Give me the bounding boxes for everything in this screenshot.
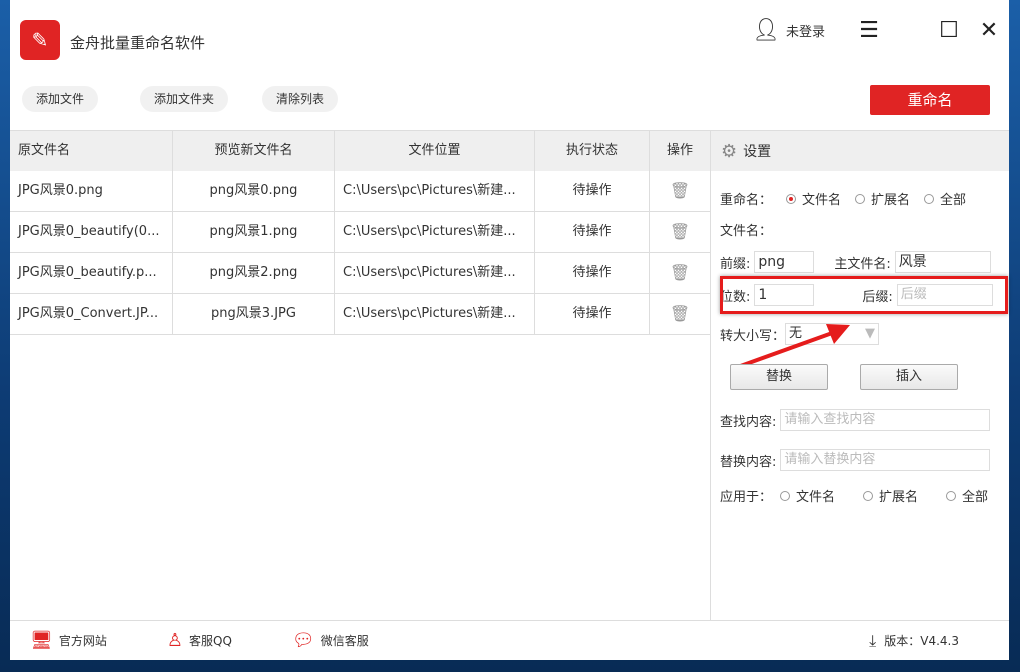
user-icon: 👤︎ <box>752 18 780 43</box>
app-window: ✎ 金舟批量重命名软件 👤︎ 未登录 ☰ ☐ ✕ 添加文件 添加文件夹 清除列表 … <box>10 0 1009 660</box>
radio-rename-ext[interactable] <box>855 193 866 204</box>
file-location: C:\Users\pc\Pictures\新建... <box>335 253 535 293</box>
download-icon[interactable]: ⤓ <box>869 631 876 651</box>
status: 待操作 <box>535 212 650 252</box>
maximize-button[interactable]: ☐ <box>936 18 962 44</box>
table-row[interactable]: JPG风景0.png png风景0.png C:\Users\pc\Pictures… <box>10 171 710 212</box>
title-bar: ✎ 金舟批量重命名软件 👤︎ 未登录 ☰ ☐ ✕ <box>10 0 1009 80</box>
delete-icon[interactable]: 🗑︎ <box>650 171 710 211</box>
find-input[interactable]: 请输入查找内容 <box>780 409 991 431</box>
table-row[interactable]: JPG风景0_beautify(0... png风景1.png C:\Users\p… <box>10 212 710 253</box>
chevron-down-icon: ▼ <box>865 326 876 341</box>
gear-icon: ⚙ <box>721 140 738 162</box>
status: 待操作 <box>535 294 650 334</box>
insert-button[interactable]: 插入 <box>860 364 958 390</box>
apply-label: 应用于： <box>720 490 773 505</box>
monitor-icon: 🖥︎ <box>30 630 53 651</box>
rename-button[interactable]: 重命名 <box>870 85 990 115</box>
delete-icon[interactable]: 🗑︎ <box>650 212 710 252</box>
radio-label: 扩展名 <box>871 193 911 208</box>
col-action: 操作 <box>666 143 693 158</box>
file-location: C:\Users\pc\Pictures\新建... <box>335 294 535 334</box>
replace-input[interactable]: 请输入替换内容 <box>780 449 991 471</box>
qq-label: 客服QQ <box>189 634 232 648</box>
login-label: 未登录 <box>785 25 825 40</box>
clear-list-button[interactable]: 清除列表 <box>262 86 339 112</box>
qq-icon: ♙ <box>166 630 184 651</box>
file-table: 原文件名 预览新文件名 文件位置 执行状态 操作 JPG风景0.png png风景… <box>10 130 710 620</box>
version-label: 版本：V4.4.3 <box>884 634 959 648</box>
radio-label: 文件名 <box>796 490 836 505</box>
delete-icon[interactable]: 🗑︎ <box>650 253 710 293</box>
status: 待操作 <box>535 253 650 293</box>
login-button[interactable]: 👤︎ 未登录 <box>752 18 825 43</box>
radio-label: 扩展名 <box>879 490 919 505</box>
replace-content-label: 替换内容: <box>720 454 777 470</box>
add-file-button[interactable]: 添加文件 <box>22 86 99 112</box>
radio-label: 全部 <box>940 193 967 208</box>
col-original: 原文件名 <box>10 131 173 171</box>
wechat-link[interactable]: 💬︎ 微信客服 <box>292 630 369 651</box>
radio-apply-filename[interactable] <box>780 490 791 501</box>
col-status: 执行状态 <box>535 131 650 171</box>
prefix-input[interactable]: png <box>754 251 815 273</box>
col-preview: 预览新文件名 <box>173 131 335 171</box>
col-location: 文件位置 <box>335 131 535 171</box>
radio-rename-filename[interactable] <box>786 193 797 204</box>
app-title: 金舟批量重命名软件 <box>70 34 206 52</box>
status: 待操作 <box>535 171 650 211</box>
preview-name: png风景1.png <box>173 212 335 252</box>
website-link[interactable]: 🖥︎ 官方网站 <box>30 630 107 651</box>
radio-label: 全部 <box>962 490 989 505</box>
table-row[interactable]: JPG风景0_Convert.JP... png风景3.JPG C:\Users\p… <box>10 294 710 335</box>
radio-label: 文件名 <box>802 193 842 208</box>
preview-name: png风景2.png <box>173 253 335 293</box>
find-label: 查找内容: <box>720 414 777 430</box>
preview-name: png风景3.JPG <box>173 294 335 334</box>
wechat-icon: 💬︎ <box>291 630 315 651</box>
original-name: JPG风景0_Convert.JP... <box>10 294 173 334</box>
footer: 🖥︎ 官方网站 ♙ 客服QQ 💬︎ 微信客服 ⤓ 版本：V4.4.3 <box>10 620 1009 660</box>
website-label: 官方网站 <box>58 634 107 648</box>
main-name-input[interactable]: 风景 <box>894 251 991 273</box>
table-header: 原文件名 预览新文件名 文件位置 执行状态 操作 <box>10 131 710 171</box>
file-location: C:\Users\pc\Pictures\新建... <box>335 212 535 252</box>
replace-button[interactable]: 替换 <box>730 364 828 390</box>
original-name: JPG风景0.png <box>10 171 173 211</box>
wechat-label: 微信客服 <box>320 634 369 648</box>
add-folder-button[interactable]: 添加文件夹 <box>140 86 229 112</box>
delete-icon[interactable]: 🗑︎ <box>650 294 710 334</box>
rename-label: 重命名： <box>720 193 773 208</box>
main-name-label: 主文件名: <box>834 256 891 272</box>
menu-icon[interactable]: ☰ <box>856 18 882 44</box>
original-name: JPG风景0_beautify.p... <box>10 253 173 293</box>
app-logo-icon: ✎ <box>20 20 60 60</box>
file-location: C:\Users\pc\Pictures\新建... <box>335 171 535 211</box>
table-row[interactable]: JPG风景0_beautify.p... png风景2.png C:\Users\p… <box>10 253 710 294</box>
radio-apply-all[interactable] <box>946 490 957 501</box>
radio-apply-ext[interactable] <box>863 490 874 501</box>
settings-title: 设置 <box>743 144 772 160</box>
filename-label: 文件名： <box>720 224 773 239</box>
original-name: JPG风景0_beautify(0... <box>10 212 173 252</box>
radio-rename-all[interactable] <box>924 193 935 204</box>
highlight-box <box>720 276 1008 314</box>
close-button[interactable]: ✕ <box>976 18 1002 44</box>
qq-link[interactable]: ♙ 客服QQ <box>167 630 232 651</box>
preview-name: png风景0.png <box>173 171 335 211</box>
prefix-label: 前缀: <box>720 256 751 272</box>
